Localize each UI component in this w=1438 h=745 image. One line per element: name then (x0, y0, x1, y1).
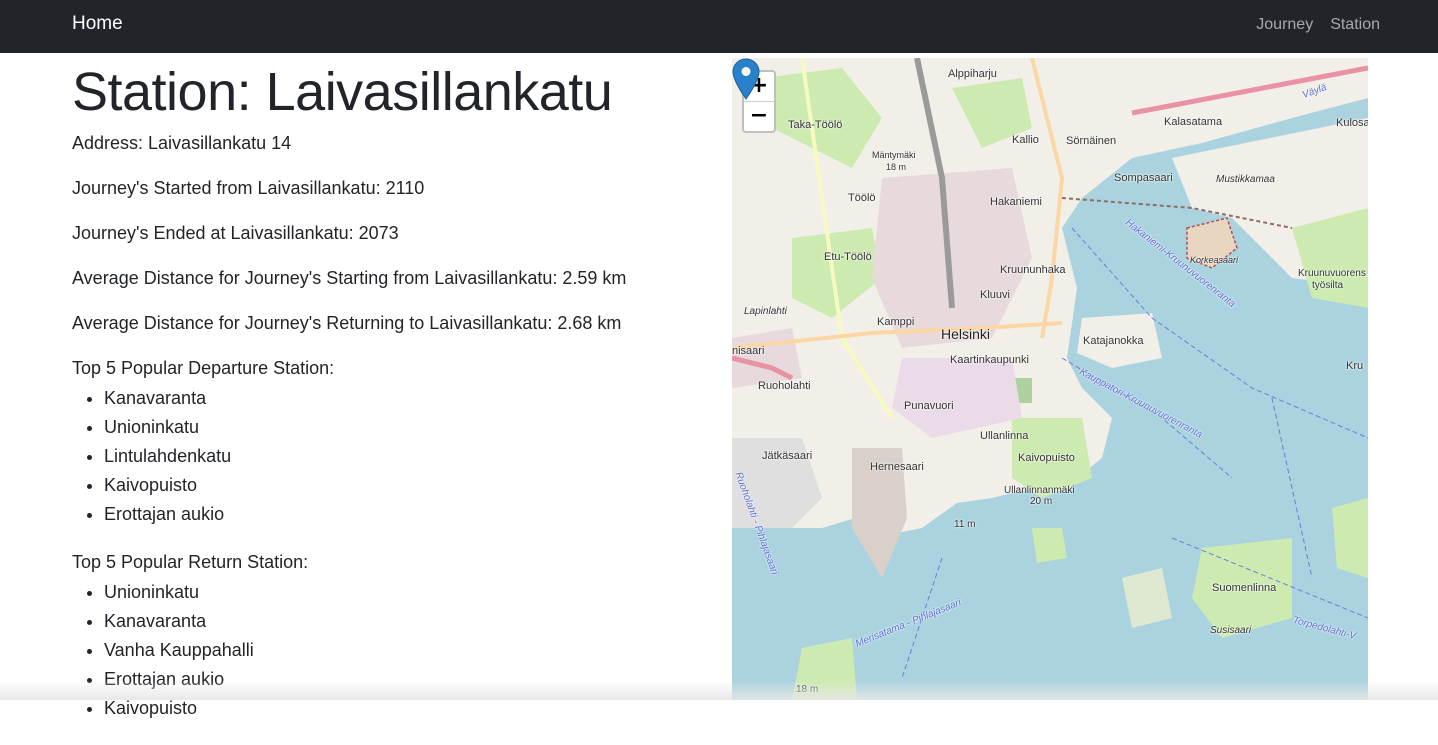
list-item: Lintulahdenkatu (104, 442, 712, 471)
top-return-list: Unioninkatu Kanavaranta Vanha Kauppahall… (72, 578, 712, 723)
map-label: Kruunuvuorens (1298, 268, 1366, 279)
map-label: Suomenlinna (1212, 582, 1277, 594)
zoom-out-button[interactable]: − (744, 101, 774, 131)
journeys-started: Journey's Started from Laivasillankatu: … (72, 178, 425, 198)
map-label: Hakaniemi (990, 196, 1042, 208)
station-address: Address: Laivasillankatu 14 (72, 133, 292, 153)
map-label: Kaartinkaupunki (950, 354, 1029, 366)
avg-distance-return: Average Distance for Journey's Returning… (72, 313, 622, 333)
map-label: Mäntymäki (872, 150, 916, 160)
map-label: Kallio (1012, 134, 1039, 146)
map-label: Kalasatama (1164, 116, 1223, 128)
top-departure-list: Kanavaranta Unioninkatu Lintulahdenkatu … (72, 384, 712, 529)
map-label: Taka-Töölö (788, 119, 843, 131)
map-label: Hernesaari (870, 461, 924, 473)
map-label: Mustikkamaa (1216, 174, 1275, 185)
map-label: Sompasaari (1114, 172, 1173, 184)
map-label: Ullanlinnanmäki (1004, 485, 1075, 496)
map-label: Jätkäsaari (762, 450, 813, 462)
map-label: Korkeasaari (1190, 255, 1239, 265)
list-item: Kanavaranta (104, 384, 712, 413)
top-departure-title: Top 5 Popular Departure Station: (72, 358, 335, 378)
map-label: Töölö (848, 192, 876, 204)
nav-link-journey[interactable]: Journey (1256, 16, 1313, 34)
map-label: Kluuvi (980, 289, 1010, 301)
nav-links: Journey Station (1256, 16, 1380, 34)
list-item: Erottajan aukio (104, 665, 712, 694)
map-label: 18 m (886, 162, 907, 172)
station-marker-icon[interactable] (732, 58, 760, 100)
map-label: 11 m (954, 519, 976, 530)
map-label: Punavuori (904, 400, 954, 412)
list-item: Kaivopuisto (104, 471, 712, 500)
map-label: 18 m (796, 684, 819, 695)
top-return-title: Top 5 Popular Return Station: (72, 552, 309, 572)
map-label: Kaivopuisto (1018, 452, 1075, 464)
list-item: Unioninkatu (104, 413, 712, 442)
station-map[interactable]: + − Alppiharju Taka-Töölö Kallio Sörnäin… (732, 58, 1368, 700)
station-info: Station: Laivasillankatu Address: Laivas… (72, 58, 712, 745)
list-item: Vanha Kauppahalli (104, 636, 712, 665)
map-label: Kru (1346, 360, 1364, 372)
map-label: Sörnäinen (1066, 135, 1117, 147)
nav-link-station[interactable]: Station (1330, 16, 1380, 34)
map-label: Alppiharju (948, 68, 997, 80)
map-label: Kulosa (1336, 117, 1368, 129)
map-label: Etu-Töölö (824, 251, 872, 263)
journeys-ended: Journey's Ended at Laivasillankatu: 2073 (72, 223, 399, 243)
map-label: Ruoholahti (758, 380, 811, 392)
list-item: Unioninkatu (104, 578, 712, 607)
map-label: Ullanlinna (980, 430, 1029, 442)
map-label: Kruununhaka (1000, 264, 1066, 276)
map-label: Helsinki (941, 326, 991, 342)
avg-distance-start: Average Distance for Journey's Starting … (72, 268, 627, 288)
list-item: Kaivopuisto (104, 694, 712, 723)
map-tiles (732, 58, 1368, 700)
map-label: Lapinlahti (744, 306, 787, 317)
map-label: 20 m (1030, 496, 1053, 507)
page-title: Station: Laivasillankatu (72, 62, 613, 122)
map-label: työsilta (1312, 280, 1344, 291)
list-item: Kanavaranta (104, 607, 712, 636)
map-label: nisaari (732, 345, 765, 357)
home-link[interactable]: Home (72, 13, 123, 35)
map-label: Kamppi (877, 316, 915, 328)
map-label: Susisaari (1210, 625, 1252, 636)
list-item: Erottajan aukio (104, 500, 712, 529)
map-label: Katajanokka (1083, 335, 1144, 347)
top-navbar: Home Journey Station (0, 0, 1438, 53)
